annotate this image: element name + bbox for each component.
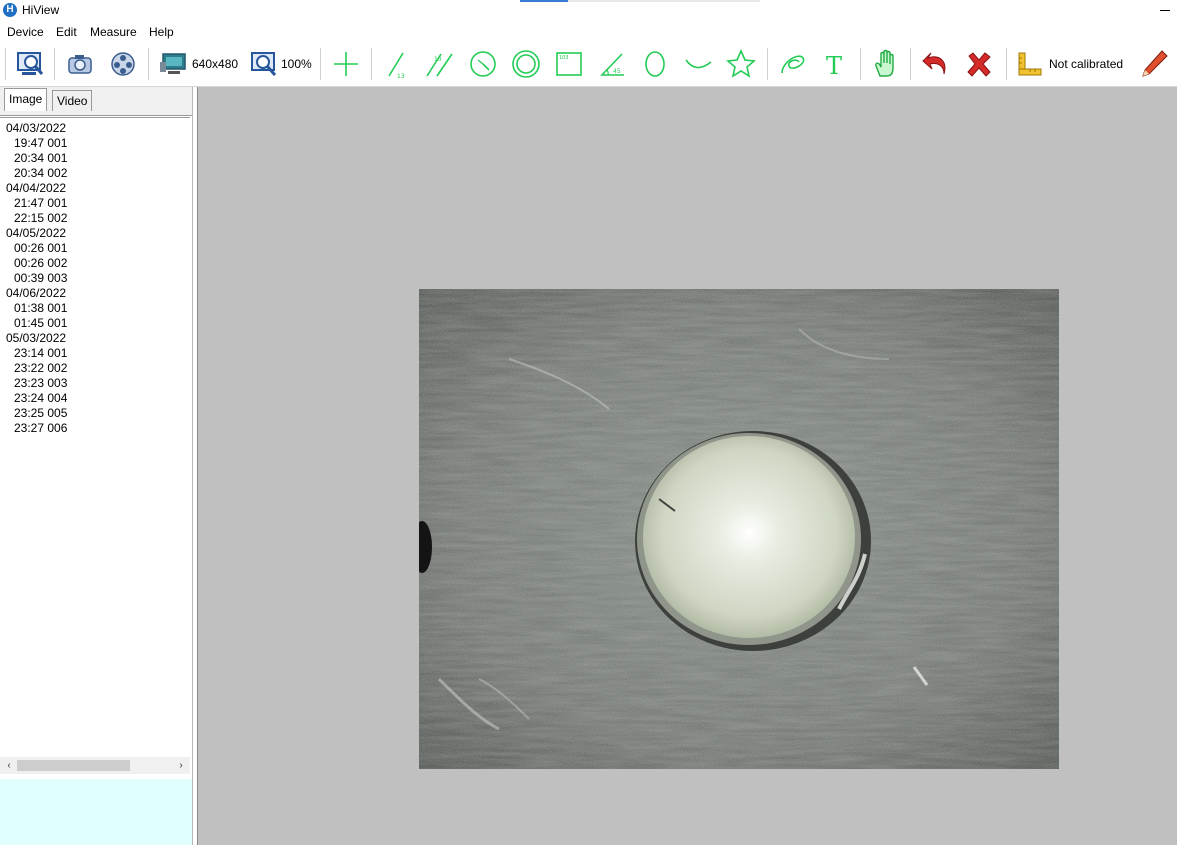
capture-icon[interactable]	[64, 48, 96, 80]
rectangle-icon[interactable]: 103	[553, 48, 585, 80]
svg-text:45: 45	[613, 68, 621, 75]
toolbar-separator	[860, 48, 861, 80]
scroll-left-icon[interactable]: ‹	[2, 759, 16, 772]
parallel-lines-icon[interactable]: 13	[424, 48, 456, 80]
tree-file-item[interactable]: 00:26 002	[0, 256, 190, 271]
title-accent-bar-light	[568, 0, 760, 2]
title-bar: H HiView	[0, 0, 1177, 22]
menu-bar: Device Edit Measure Help	[0, 22, 1177, 42]
toolbar-separator	[5, 48, 6, 80]
tree-date-node[interactable]: 04/04/2022	[0, 181, 190, 196]
horizontal-scrollbar[interactable]: ‹ ›	[0, 757, 190, 774]
ellipse-icon[interactable]	[639, 48, 671, 80]
crosshair-icon[interactable]	[330, 48, 362, 80]
svg-text:13: 13	[397, 73, 405, 80]
ruler-calibrate-icon[interactable]	[1014, 48, 1046, 80]
concentric-circles-icon[interactable]	[510, 48, 542, 80]
hand-pan-icon[interactable]	[870, 48, 902, 80]
toolbar-separator	[54, 48, 55, 80]
svg-text:13: 13	[434, 56, 442, 63]
calibration-status[interactable]: Not calibrated	[1049, 57, 1123, 71]
tab-image[interactable]: Image	[4, 88, 48, 111]
circle-radius-icon[interactable]	[467, 48, 499, 80]
app-logo-icon: H	[3, 3, 17, 17]
tree-date-node[interactable]: 05/03/2022	[0, 331, 190, 346]
left-panel: Image Video 04/03/2022 19:47 001 20:34 001…	[0, 87, 193, 845]
toolbar-separator	[371, 48, 372, 80]
tree-file-item[interactable]: 23:24 004	[0, 391, 190, 406]
svg-text:103: 103	[559, 55, 569, 61]
toolbar-separator	[767, 48, 768, 80]
scrollbar-thumb[interactable]	[17, 760, 130, 771]
app-title: HiView	[22, 3, 60, 17]
tree-date-node[interactable]: 04/05/2022	[0, 226, 190, 241]
pencil-icon[interactable]	[1138, 48, 1170, 80]
zoom-label[interactable]: 100%	[281, 57, 312, 71]
toolbar-separator	[910, 48, 911, 80]
tree-file-item[interactable]: 22:15 002	[0, 211, 190, 226]
tree-file-item[interactable]: 01:38 001	[0, 301, 190, 316]
line-measure-icon[interactable]: 13	[381, 48, 413, 80]
freehand-icon[interactable]	[777, 48, 809, 80]
tree-file-item[interactable]: 23:23 003	[0, 376, 190, 391]
tree-file-item[interactable]: 20:34 002	[0, 166, 190, 181]
toolbar-separator	[148, 48, 149, 80]
toolbar-separator	[320, 48, 321, 80]
scroll-right-icon[interactable]: ›	[174, 759, 188, 772]
tree-file-item[interactable]: 00:39 003	[0, 271, 190, 286]
menu-device[interactable]: Device	[7, 25, 44, 39]
tree-file-item[interactable]: 23:22 002	[0, 361, 190, 376]
tree-date-node[interactable]: 04/03/2022	[0, 121, 190, 136]
preview-icon[interactable]	[14, 48, 46, 80]
tree-file-item[interactable]: 00:26 001	[0, 241, 190, 256]
file-tree: 04/03/2022 19:47 001 20:34 001 20:34 002 04/…	[0, 117, 190, 758]
zoom-icon[interactable]	[248, 48, 280, 80]
tree-file-item[interactable]: 01:45 001	[0, 316, 190, 331]
record-icon[interactable]	[107, 48, 139, 80]
tree-file-item[interactable]: 23:27 006	[0, 421, 190, 436]
image-canvas-area[interactable]	[197, 87, 1177, 845]
tab-strip: Image Video	[0, 87, 192, 116]
arc-icon[interactable]	[682, 48, 714, 80]
svg-text:T: T	[826, 52, 842, 80]
polygon-icon[interactable]	[725, 48, 757, 80]
text-icon[interactable]: T	[819, 48, 851, 80]
angle-icon[interactable]: 45	[596, 48, 628, 80]
menu-measure[interactable]: Measure	[90, 25, 137, 39]
delete-icon[interactable]	[963, 48, 995, 80]
microscope-image[interactable]	[419, 289, 1059, 769]
tab-video[interactable]: Video	[52, 90, 93, 111]
tree-date-node[interactable]: 04/06/2022	[0, 286, 190, 301]
resolution-icon[interactable]	[157, 48, 189, 80]
minimize-button[interactable]	[1150, 0, 1177, 22]
toolbar-separator	[1006, 48, 1007, 80]
undo-icon[interactable]	[920, 48, 952, 80]
menu-edit[interactable]: Edit	[56, 25, 77, 39]
tree-file-item[interactable]: 23:14 001	[0, 346, 190, 361]
menu-help[interactable]: Help	[149, 25, 174, 39]
toolbar: 640x480 100% 13 13 103 45 T Not calibrat…	[0, 42, 1177, 87]
tree-file-item[interactable]: 19:47 001	[0, 136, 190, 151]
tree-file-item[interactable]: 20:34 001	[0, 151, 190, 166]
title-accent-bar	[520, 0, 568, 2]
resolution-label[interactable]: 640x480	[192, 57, 238, 71]
tree-file-item[interactable]: 21:47 001	[0, 196, 190, 211]
tree-file-item[interactable]: 23:25 005	[0, 406, 190, 421]
info-panel	[0, 779, 192, 845]
